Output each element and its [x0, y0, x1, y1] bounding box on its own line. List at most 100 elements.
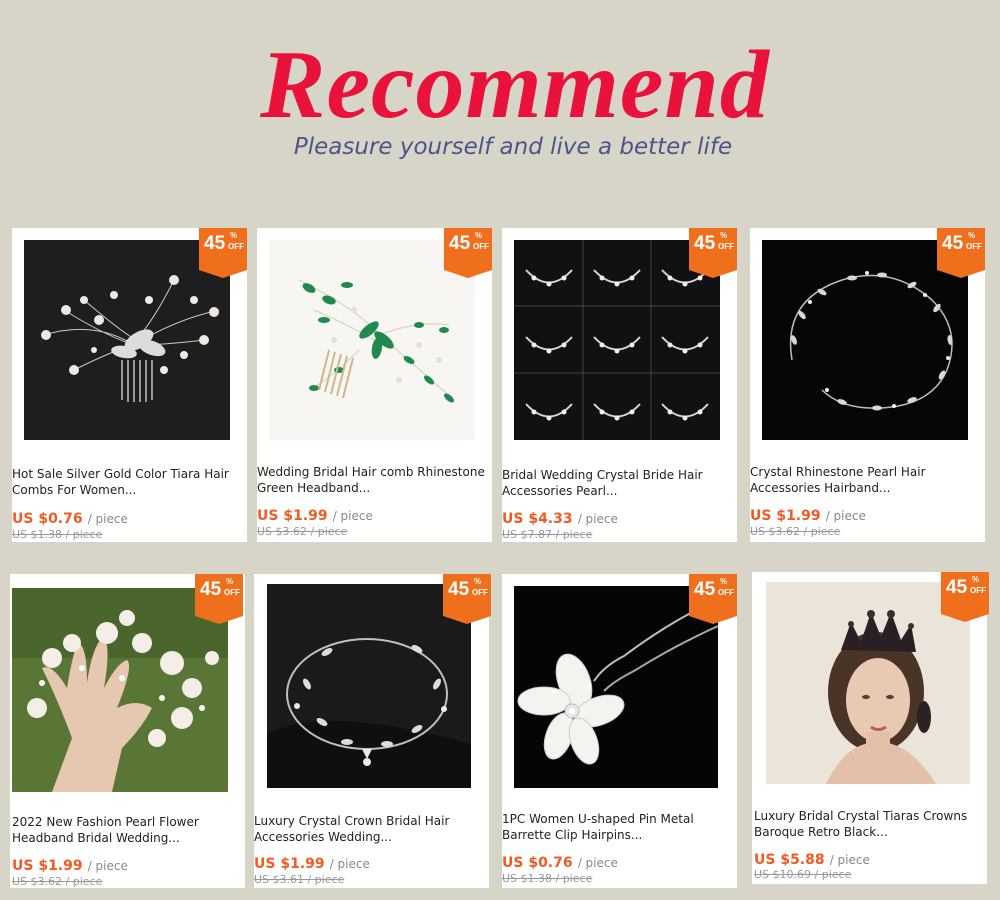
- product-title[interactable]: Luxury Bridal Crystal Tiaras Crowns Baro…: [754, 808, 986, 840]
- discount-value: 45: [942, 233, 964, 254]
- product-price: US $4.33 / piece: [502, 508, 618, 527]
- product-price: US $5.88 / piece: [754, 849, 870, 868]
- discount-percent-sign: %: [972, 575, 980, 584]
- product-card-8[interactable]: 45 % OFF Luxury Bridal Crystal Tiaras Cr…: [752, 572, 989, 884]
- discount-value: 45: [448, 579, 470, 600]
- discount-value: 45: [946, 577, 968, 598]
- product-title-line1[interactable]: Luxury Bridal Crystal Tiaras Crowns: [754, 808, 986, 824]
- original-price: US $1.38 / piece: [502, 872, 593, 885]
- product-card-1[interactable]: 45 % OFF Hot Sale Silver Gold Color Tiar…: [12, 228, 247, 542]
- discount-badge: 45 % OFF: [937, 228, 985, 278]
- product-title[interactable]: Wedding Bridal Hair comb Rhinestone Gree…: [257, 464, 489, 496]
- price-value: US $1.99: [254, 856, 325, 872]
- discount-value: 45: [694, 579, 716, 600]
- original-price: US $1.38 / piece: [12, 528, 103, 541]
- discount-percent-sign: %: [475, 231, 483, 240]
- product-title-line2[interactable]: Headband Bridal Wedding...: [12, 830, 244, 846]
- price-value: US $0.76: [12, 511, 83, 527]
- discount-off-label: OFF: [966, 242, 982, 251]
- product-card-7[interactable]: 45 % OFF 1PC Women U-shaped Pin Metal Ba…: [502, 574, 737, 888]
- discount-badge: 45 % OFF: [199, 228, 247, 278]
- product-title-line1[interactable]: 2022 New Fashion Pearl Flower: [12, 814, 244, 830]
- banner-title: Recommend: [260, 31, 770, 139]
- product-card-3[interactable]: 45 % OFF Bridal Wedding Crystal Bride Ha…: [502, 228, 737, 542]
- recommend-banner: Recommend Pleasure yourself and live a b…: [0, 0, 1000, 200]
- product-title-line1[interactable]: Hot Sale Silver Gold Color Tiara Hair: [12, 466, 244, 482]
- original-price: US $3.62 / piece: [12, 875, 103, 888]
- product-card-5[interactable]: 45 % OFF 2022 New Fashion Pearl Flower H…: [10, 574, 245, 888]
- product-title[interactable]: Luxury Crystal Crown Bridal Hair Accesso…: [254, 813, 486, 845]
- original-price: US $3.62 / piece: [750, 525, 841, 538]
- price-unit: / piece: [329, 857, 370, 871]
- discount-value: 45: [449, 233, 471, 254]
- price-unit: / piece: [577, 512, 618, 526]
- price-unit: / piece: [577, 856, 618, 870]
- product-image-baroque-tiara[interactable]: [766, 582, 970, 784]
- product-price: US $1.99 / piece: [12, 855, 128, 874]
- product-card-6[interactable]: 45 % OFF Luxury Crystal Crown Bridal Hai…: [254, 574, 491, 888]
- product-title-line2[interactable]: Combs For Women...: [12, 482, 244, 498]
- discount-value: 45: [694, 233, 716, 254]
- product-card-2[interactable]: 45 % OFF Wedding Bridal Hair comb Rhines…: [257, 228, 492, 542]
- discount-badge: 45 % OFF: [689, 574, 737, 624]
- product-image-crystal-crown[interactable]: [267, 584, 471, 788]
- product-price: US $1.99 / piece: [257, 505, 373, 524]
- product-image-flower-u-pin[interactable]: [514, 586, 718, 788]
- product-title[interactable]: 1PC Women U-shaped Pin Metal Barrette Cl…: [502, 811, 734, 843]
- discount-value: 45: [200, 579, 222, 600]
- discount-percent-sign: %: [226, 577, 234, 586]
- discount-badge: 45 % OFF: [443, 574, 491, 624]
- discount-off-label: OFF: [224, 588, 240, 597]
- product-price: US $0.76 / piece: [502, 852, 618, 871]
- product-title-line2[interactable]: Accessories Hairband...: [750, 480, 982, 496]
- discount-badge: 45 % OFF: [195, 574, 243, 624]
- product-title-line1[interactable]: 1PC Women U-shaped Pin Metal: [502, 811, 734, 827]
- product-title[interactable]: Bridal Wedding Crystal Bride Hair Access…: [502, 467, 734, 499]
- discount-badge: 45 % OFF: [941, 572, 989, 622]
- price-unit: / piece: [332, 509, 373, 523]
- discount-badge: 45 % OFF: [444, 228, 492, 278]
- discount-percent-sign: %: [720, 577, 728, 586]
- discount-percent-sign: %: [968, 231, 976, 240]
- price-value: US $1.99: [257, 508, 328, 524]
- discount-percent-sign: %: [720, 231, 728, 240]
- price-value: US $0.76: [502, 855, 573, 871]
- price-value: US $1.99: [12, 858, 83, 874]
- product-title[interactable]: Hot Sale Silver Gold Color Tiara Hair Co…: [12, 466, 244, 498]
- product-title-line1[interactable]: Wedding Bridal Hair comb Rhinestone: [257, 464, 489, 480]
- product-title-line1[interactable]: Luxury Crystal Crown Bridal Hair: [254, 813, 486, 829]
- product-price: US $1.99 / piece: [254, 853, 370, 872]
- discount-percent-sign: %: [474, 577, 482, 586]
- product-title-line2[interactable]: Accessories Wedding...: [254, 829, 486, 845]
- discount-badge: 45 % OFF: [689, 228, 737, 278]
- product-title-line2[interactable]: Barrette Clip Hairpins...: [502, 827, 734, 843]
- price-unit: / piece: [87, 512, 128, 526]
- discount-off-label: OFF: [718, 242, 734, 251]
- product-card-4[interactable]: 45 % OFF Crystal Rhinestone Pearl Hair A…: [750, 228, 985, 542]
- price-value: US $5.88: [754, 852, 825, 868]
- product-title-line1[interactable]: Bridal Wedding Crystal Bride Hair: [502, 467, 734, 483]
- discount-off-label: OFF: [473, 242, 489, 251]
- product-title-line2[interactable]: Accessories Pearl...: [502, 483, 734, 499]
- product-title-line2[interactable]: Green Headband...: [257, 480, 489, 496]
- price-unit: / piece: [829, 853, 870, 867]
- price-value: US $1.99: [750, 508, 821, 524]
- discount-off-label: OFF: [472, 588, 488, 597]
- product-price: US $0.76 / piece: [12, 508, 128, 527]
- product-title-line1[interactable]: Crystal Rhinestone Pearl Hair: [750, 464, 982, 480]
- original-price: US $7.87 / piece: [502, 528, 593, 541]
- discount-value: 45: [204, 233, 226, 254]
- price-value: US $4.33: [502, 511, 573, 527]
- product-title[interactable]: Crystal Rhinestone Pearl Hair Accessorie…: [750, 464, 982, 496]
- discount-percent-sign: %: [230, 231, 238, 240]
- original-price: US $3.61 / piece: [254, 873, 345, 886]
- discount-off-label: OFF: [228, 242, 244, 251]
- discount-off-label: OFF: [718, 588, 734, 597]
- price-unit: / piece: [87, 859, 128, 873]
- price-unit: / piece: [825, 509, 866, 523]
- original-price: US $3.62 / piece: [257, 525, 348, 538]
- product-title-line2[interactable]: Baroque Retro Black...: [754, 824, 986, 840]
- product-title[interactable]: 2022 New Fashion Pearl Flower Headband B…: [12, 814, 244, 846]
- banner-subtitle: Pleasure yourself and live a better life: [293, 134, 733, 160]
- discount-off-label: OFF: [970, 586, 986, 595]
